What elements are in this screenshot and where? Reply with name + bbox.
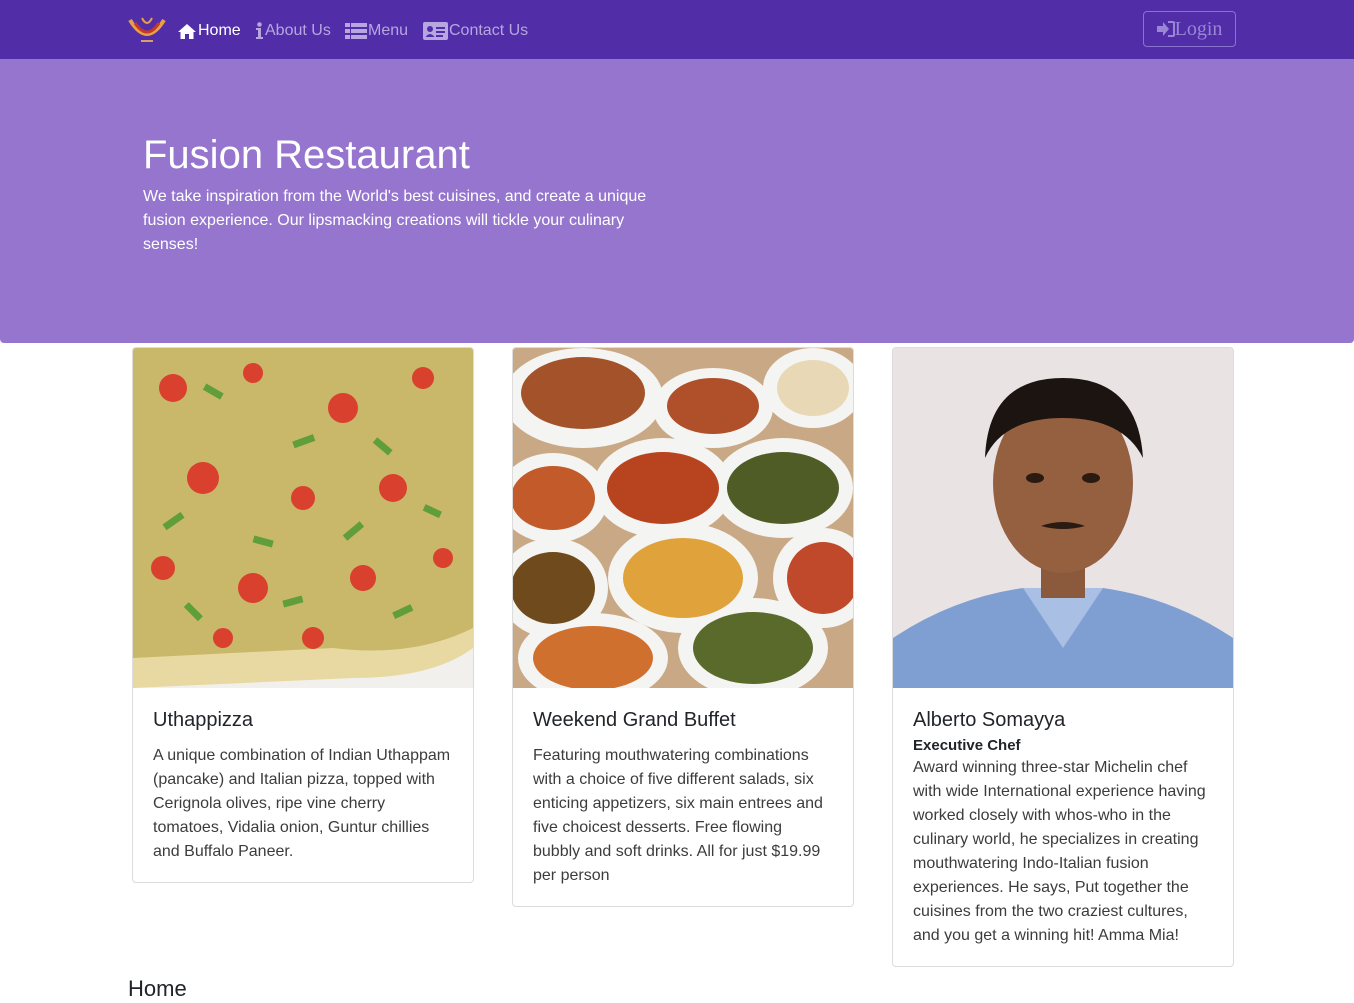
address-card-icon — [423, 22, 448, 40]
nav-item-menu[interactable]: Menu — [345, 19, 408, 43]
nav-item-contact[interactable]: Contact Us — [423, 19, 528, 43]
nav-item-home[interactable]: Home — [177, 19, 241, 43]
card-title: Uthappizza — [153, 709, 254, 731]
card-title: Alberto Somayya — [913, 709, 1066, 731]
page-title: Fusion Restaurant — [143, 133, 470, 177]
card-uthappizza: Uthappizza A unique combination of India… — [132, 347, 474, 883]
nav-home-label: Home — [198, 22, 241, 39]
card-subtitle: Executive Chef — [913, 737, 1021, 754]
home-icon — [178, 23, 196, 39]
uthappizza-image — [133, 348, 473, 688]
card-chef: Alberto Somayya Executive Chef Award win… — [892, 347, 1234, 967]
card-text: A unique combination of Indian Uthappam … — [153, 747, 451, 860]
card-text: Award winning three-star Michelin chef w… — [913, 759, 1206, 944]
info-icon — [256, 22, 263, 39]
section-title-home: Home — [128, 976, 187, 1001]
nav-about-label: About Us — [265, 22, 331, 39]
login-button[interactable]: Login — [1143, 11, 1236, 47]
card-body: Weekend Grand Buffet Featuring mouthwate… — [513, 688, 853, 906]
card-body: Alberto Somayya Executive Chef Award win… — [893, 688, 1233, 966]
card-title: Weekend Grand Buffet — [533, 709, 736, 731]
jumbotron-text: We take inspiration from the World's bes… — [143, 188, 647, 253]
card-body: Uthappizza A unique combination of India… — [133, 688, 473, 882]
list-icon — [345, 23, 367, 39]
sign-in-icon — [1156, 21, 1175, 37]
chef-photo — [893, 348, 1233, 688]
restaurant-logo[interactable] — [128, 14, 166, 46]
nav-menu-label: Menu — [368, 22, 409, 39]
nav-contact-label: Contact Us — [449, 22, 529, 39]
buffet-image — [513, 348, 853, 688]
card-text: Featuring mouthwatering combinations wit… — [533, 747, 823, 884]
login-label: Login — [1174, 17, 1223, 40]
navbar: Home About Us Menu Contact Us Login — [0, 0, 1354, 59]
card-buffet: Weekend Grand Buffet Featuring mouthwate… — [512, 347, 854, 907]
nav-item-about[interactable]: About Us — [255, 19, 331, 43]
